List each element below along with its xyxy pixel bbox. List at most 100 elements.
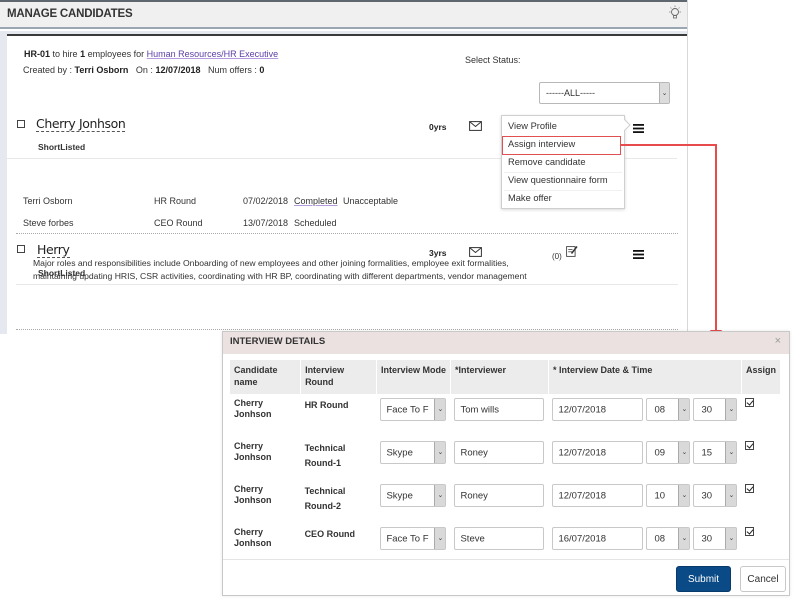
round-state-link[interactable]: Completed xyxy=(294,196,338,206)
candidate-name[interactable]: Cherry Jonhson xyxy=(36,116,126,132)
candidate-checkbox[interactable] xyxy=(17,120,25,128)
assign-checkbox[interactable] xyxy=(745,527,755,536)
minute-select[interactable]: 30 ⌄ xyxy=(693,484,738,507)
round-date: 07/02/2018 xyxy=(243,196,289,206)
hour-value: 08 xyxy=(654,533,666,544)
page-header: MANAGE CANDIDATES xyxy=(0,0,688,29)
edit-notes-icon[interactable] xyxy=(566,245,578,257)
date-input[interactable]: 16/07/2018 xyxy=(552,527,644,550)
num-offers-value: 0 xyxy=(259,65,265,75)
page-title: MANAGE CANDIDATES xyxy=(7,8,133,20)
divider xyxy=(16,284,678,285)
minute-select[interactable]: 15 ⌄ xyxy=(693,441,738,464)
interviewer-input[interactable]: Steve xyxy=(454,527,545,550)
interviewer-cell: Tom wills xyxy=(450,394,548,437)
created-by-value: Terri Osborn xyxy=(74,65,129,75)
on-date-value: 12/07/2018 xyxy=(155,65,201,75)
table-row: Cherry Jonhson HR Round Face To F ⌄ Tom will… xyxy=(230,394,781,437)
candidate-separator xyxy=(16,233,678,234)
chevron-down-icon: ⌄ xyxy=(434,399,446,420)
candidate-separator xyxy=(16,329,678,330)
date-value: 16/07/2018 xyxy=(558,533,607,544)
date-value: 12/07/2018 xyxy=(558,490,607,501)
close-icon[interactable]: × xyxy=(775,335,781,347)
menu-item-make-offer[interactable]: Make offer xyxy=(508,193,552,203)
chevron-down-icon: ⌄ xyxy=(434,528,446,549)
round-date: 13/07/2018 xyxy=(243,218,289,228)
candidate-description: Major roles and responsibilities include… xyxy=(33,258,527,281)
candidate-checkbox[interactable] xyxy=(17,245,25,253)
mode-value: Skype xyxy=(386,490,413,501)
row-candidate: Cherry Jonhson xyxy=(234,484,272,505)
select-status-label: Select Status: xyxy=(465,55,521,65)
hour-select[interactable]: 10 ⌄ xyxy=(646,484,691,507)
chevron-down-icon: ⌄ xyxy=(678,485,690,506)
minute-select[interactable]: 30 ⌄ xyxy=(693,398,738,421)
candidate-action-menu: View Profile Assign interview Remove can… xyxy=(501,115,625,209)
date-value: 12/07/2018 xyxy=(558,447,607,458)
interviewer-cell: Roney xyxy=(450,480,548,523)
chevron-down-icon: ⌄ xyxy=(725,399,737,420)
col-interview-mode: Interview Mode xyxy=(376,360,451,394)
position-link[interactable]: Human Resources/HR Executive xyxy=(147,49,279,59)
lightbulb-icon[interactable] xyxy=(668,5,682,21)
minute-value: 30 xyxy=(701,404,713,415)
on-label: On : xyxy=(135,65,153,75)
date-input[interactable]: 12/07/2018 xyxy=(552,484,644,507)
round-result: Unacceptable xyxy=(343,196,399,206)
hour-select[interactable]: 08 ⌄ xyxy=(646,398,691,421)
assign-checkbox[interactable] xyxy=(745,398,755,407)
datetime-cell: 12/07/2018 09 ⌄ 15 ⌄ xyxy=(548,437,741,480)
interview-mode-select[interactable]: Skype ⌄ xyxy=(380,484,447,507)
date-input[interactable]: 12/07/2018 xyxy=(552,398,644,421)
interviewer-input[interactable]: Roney xyxy=(454,484,545,507)
requisition-id: HR-01 xyxy=(24,49,51,59)
menu-item-view-profile[interactable]: View Profile xyxy=(508,121,557,131)
minute-value: 30 xyxy=(701,533,713,544)
col-interviewer: *Interviewer xyxy=(450,360,549,394)
requisition-meta: Created by : Terri Osborn On : 12/07/201… xyxy=(23,65,264,75)
interviewer-value: Steve xyxy=(460,533,485,544)
chevron-down-icon: ⌄ xyxy=(434,442,446,463)
interview-mode-select[interactable]: Skype ⌄ xyxy=(380,441,447,464)
candidate-status: ShortListed xyxy=(38,142,86,152)
modal-title: INTERVIEW DETAILS xyxy=(230,336,326,347)
hamburger-menu-icon[interactable] xyxy=(633,124,644,133)
menu-item-remove-candidate[interactable]: Remove candidate xyxy=(508,157,586,167)
interview-mode-select[interactable]: Face To F ⌄ xyxy=(380,398,447,421)
mode-cell: Skype ⌄ xyxy=(376,437,450,480)
mail-icon[interactable] xyxy=(469,121,482,131)
cancel-button[interactable]: Cancel xyxy=(740,566,786,592)
interviewer-input[interactable]: Tom wills xyxy=(454,398,545,421)
submit-button[interactable]: Submit xyxy=(676,566,731,592)
menu-separator xyxy=(504,172,622,173)
table-row: Cherry Jonhson Technical Round-2 Skype ⌄ Ron… xyxy=(230,480,781,523)
candidate-experience: 0yrs xyxy=(429,122,447,132)
modal-header: INTERVIEW DETAILS × xyxy=(223,332,789,354)
round-state: Scheduled xyxy=(294,218,337,228)
minute-select[interactable]: 30 ⌄ xyxy=(693,527,738,550)
row-round: HR Round xyxy=(304,400,349,410)
hour-select[interactable]: 09 ⌄ xyxy=(646,441,691,464)
hamburger-menu-icon[interactable] xyxy=(633,250,644,259)
table-header-row: Candidate name Interview Round Interview… xyxy=(230,360,782,394)
row-round: Technical Round-1 xyxy=(304,443,346,468)
row-candidate: Cherry Jonhson xyxy=(234,398,272,419)
status-select[interactable]: ------ALL----- ⌄ xyxy=(539,82,670,104)
mail-icon[interactable] xyxy=(469,247,482,257)
datetime-cell: 12/07/2018 08 ⌄ 30 ⌄ xyxy=(548,394,741,437)
date-input[interactable]: 12/07/2018 xyxy=(552,441,644,464)
interviewer-cell: Roney xyxy=(450,437,548,480)
assign-checkbox[interactable] xyxy=(745,484,755,493)
interview-mode-select[interactable]: Face To F ⌄ xyxy=(380,527,447,550)
col-date-time: * Interview Date & Time xyxy=(548,360,742,394)
interviewer-input[interactable]: Roney xyxy=(454,441,545,464)
menu-item-view-questionnaire[interactable]: View questionnaire form xyxy=(508,175,608,185)
annotation-arrow-line xyxy=(621,144,717,146)
to-hire-text: to hire xyxy=(52,49,78,59)
assign-cell xyxy=(741,480,780,523)
hour-select[interactable]: 08 ⌄ xyxy=(646,527,691,550)
footer-divider xyxy=(223,559,789,560)
assign-checkbox[interactable] xyxy=(745,441,755,450)
candidate-name[interactable]: Herry xyxy=(37,242,70,258)
